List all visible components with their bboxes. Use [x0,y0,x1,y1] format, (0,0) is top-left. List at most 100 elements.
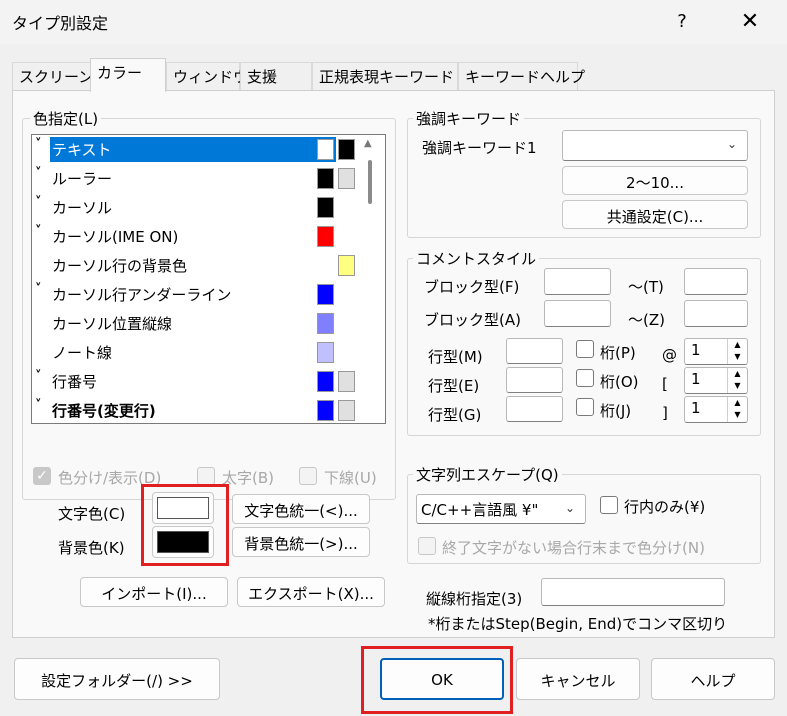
bg-color-swatch [338,400,355,421]
export-button[interactable]: エクスポート(X)... [237,577,385,607]
fg-color-swatch [317,313,334,334]
list-scrollbar[interactable] [368,160,372,204]
settings-folder-button[interactable]: 設定フォルダー(/) >> [14,658,220,700]
list-item[interactable]: ˅ カーソル [32,193,368,222]
bg-color-swatch [338,255,355,276]
import-button[interactable]: インポート(I)... [80,577,228,607]
list-item[interactable]: カーソル位置縦線 [32,309,368,338]
column-label: 桁(O) [600,373,639,391]
column-spinner-value: 1 [691,341,701,359]
tab-regex-keyword[interactable]: 正規表現キーワード [312,62,458,90]
bg-color-swatch [338,371,355,392]
spin-arrows-icon[interactable]: ▲ ▼ [727,368,747,393]
common-settings-button[interactable]: 共通設定(C)... [562,200,748,229]
column-spinner-value: 1 [691,370,701,388]
list-item[interactable]: ˅ カーソル行アンダーライン [32,280,368,309]
escape-combo[interactable]: C/C++言語風 ¥" ⌄ [416,494,586,524]
block2-end-input[interactable] [684,300,748,327]
inline-only-label: 行内のみ(¥) [624,498,706,516]
text-color-label: 文字色(C) [58,505,126,523]
column-spinner[interactable]: 1 ▲ ▼ [684,367,748,394]
chevron-down-icon: ˅ [35,195,42,210]
block1-start-input[interactable] [544,268,611,295]
escape-group-label: 文字列エスケープ(Q) [413,464,562,485]
kw1-combo[interactable]: ⌄ [562,130,748,161]
list-item[interactable]: ノート線 [32,338,368,367]
vline-input[interactable] [541,578,725,606]
column-checkbox[interactable] [576,340,594,358]
column-spinner-value: 1 [691,399,701,417]
chevron-down-icon: ˅ [35,282,42,297]
chevron-down-icon: ˅ [35,398,42,413]
line-comment-input[interactable] [506,338,563,364]
fg-color-swatch [317,168,334,189]
bg-color-swatch [338,139,355,160]
highlight-frame-ok [361,646,513,714]
bold-checkbox[interactable] [197,467,215,485]
spin-arrows-icon[interactable]: ▲ ▼ [727,339,747,364]
scroll-up-icon[interactable]: ▲ [364,138,372,149]
bold-check-label: 太字(B) [222,469,274,487]
list-item[interactable]: ˅ 行番号(変更行) [32,396,368,423]
column-checkbox[interactable] [576,398,594,416]
column-spinner[interactable]: 1 ▲ ▼ [684,396,748,423]
tab-keyword-help[interactable]: キーワードヘルプ [458,62,585,90]
list-item-label: カーソル(IME ON) [52,228,179,246]
column-spinner[interactable]: 1 ▲ ▼ [684,338,748,365]
block2-start-input[interactable] [544,300,611,327]
list-item-label: ノート線 [52,344,113,362]
chevron-down-icon: ˅ [35,224,42,239]
help-icon[interactable]: ? [668,8,696,36]
color-group-label: 色指定(L) [30,108,102,129]
list-item[interactable]: ˅ テキスト [32,135,368,164]
end-color-checkbox[interactable] [418,537,436,555]
color-item-list[interactable]: ˅ テキスト ˅ ルーラー ˅ カーソル ˅ カーソル(IME ON) カーソル行の背景色 ˅ カー… [31,134,386,424]
cancel-button[interactable]: キャンセル [516,658,640,700]
block1-end-input[interactable] [684,268,748,295]
tab-window[interactable]: ウィンドウ [166,62,248,90]
line-comment-input[interactable] [506,396,563,422]
fg-color-swatch [317,139,334,160]
underline-checkbox[interactable] [299,467,317,485]
list-item[interactable]: ˅ 行番号 [32,367,368,396]
unify-bg-color-button[interactable]: 背景色統一(>)... [232,527,370,557]
fg-color-swatch [317,197,334,218]
unify-text-color-button[interactable]: 文字色統一(<)... [232,494,370,524]
list-item-label: 行番号(変更行) [52,402,156,420]
list-item-label: カーソル行の背景色 [52,257,188,275]
end-color-label: 終了文字がない場合行末まで色分け(N) [442,539,705,557]
list-item[interactable]: カーソル行の背景色 [32,251,368,280]
fg-color-swatch [317,400,334,421]
keyword-range-button[interactable]: 2〜10... [562,166,748,195]
vline-label: 縦線桁指定(3) [426,590,523,608]
escape-value: C/C++言語風 ¥" [421,501,539,519]
underline-check-label: 下線(U) [324,469,377,487]
inline-only-checkbox[interactable] [600,496,618,514]
column-checkbox[interactable] [576,369,594,387]
kw1-label: 強調キーワード1 [422,139,537,157]
help-button[interactable]: ヘルプ [651,658,775,700]
highlight-frame-colors [141,484,229,566]
list-item[interactable]: ˅ ルーラー [32,164,368,193]
bg-color-label: 背景色(K) [58,539,125,557]
column-label: 桁(J) [600,402,632,420]
chevron-down-icon: ˅ [35,369,42,384]
line-comment-input[interactable] [506,367,563,393]
fg-color-swatch [317,226,334,247]
column-mark: @ [662,346,677,364]
block2-label: ブロック型(A) [424,311,521,329]
spin-arrows-icon[interactable]: ▲ ▼ [727,397,747,422]
tab-support[interactable]: 支援 [240,62,312,90]
chevron-down-icon: ⌄ [726,137,737,151]
list-item-label: カーソル位置縦線 [52,315,173,333]
list-item[interactable]: ˅ カーソル(IME ON) [32,222,368,251]
block2-end-label: 〜(Z) [628,311,665,329]
block1-label: ブロック型(F) [424,278,520,296]
tab-color[interactable]: カラー [90,58,166,92]
tab-screen[interactable]: スクリーン [12,62,93,90]
display-checkbox[interactable]: ✓ [33,467,51,485]
comment-group-label: コメントスタイル [413,248,540,269]
column-mark: ] [662,404,668,422]
vline-hint: *桁またはStep(Begin, End)でコンマ区切り [428,615,728,633]
close-icon[interactable]: ✕ [734,6,766,38]
